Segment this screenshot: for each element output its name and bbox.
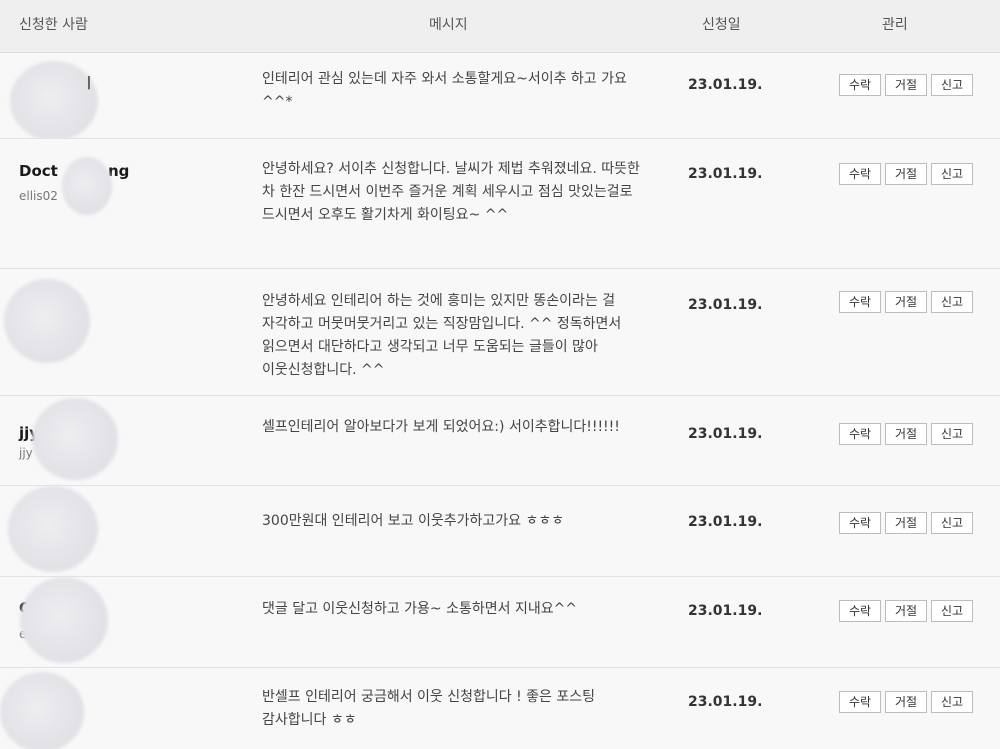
accept-button[interactable]: 수락 <box>839 512 881 534</box>
blurred-avatar <box>20 577 108 663</box>
row-actions: 수락 거절 신고 <box>839 291 973 313</box>
header-applicant: 신청한 사람 <box>19 17 88 33</box>
table-row: ㅣ 인테리어 관심 있는데 자주 와서 소통할게요~서이추 하고 가요^^* 2… <box>0 53 1000 141</box>
blurred-avatar <box>0 672 84 749</box>
request-date: 23.01.19. <box>688 426 763 442</box>
user-name-tail: ng <box>108 162 130 180</box>
report-button[interactable]: 신고 <box>931 423 973 445</box>
row-actions: 수락 거절 신고 <box>839 691 973 713</box>
request-date: 23.01.19. <box>688 514 763 530</box>
blurred-avatar <box>4 279 90 363</box>
request-message: 댓글 달고 이웃신청하고 가용~ 소통하면서 지내요^^ <box>262 601 578 617</box>
reject-button[interactable]: 거절 <box>885 291 927 313</box>
report-button[interactable]: 신고 <box>931 600 973 622</box>
reject-button[interactable]: 거절 <box>885 74 927 96</box>
row-actions: 수락 거절 신고 <box>839 423 973 445</box>
request-date: 23.01.19. <box>688 297 763 313</box>
report-button[interactable]: 신고 <box>931 74 973 96</box>
blurred-avatar <box>8 486 98 572</box>
request-message: 안녕하세요? 서이추 신청합니다. 날씨가 제법 추워졌네요. 따뜻한 차 한잔… <box>262 161 640 223</box>
header-date: 신청일 <box>702 17 741 33</box>
user-name[interactable]: ㅣ <box>82 72 96 93</box>
reject-button[interactable]: 거절 <box>885 163 927 185</box>
reject-button[interactable]: 거절 <box>885 691 927 713</box>
reject-button[interactable]: 거절 <box>885 423 927 445</box>
report-button[interactable]: 신고 <box>931 163 973 185</box>
accept-button[interactable]: 수락 <box>839 600 881 622</box>
report-button[interactable]: 신고 <box>931 291 973 313</box>
row-actions: 수락 거절 신고 <box>839 163 973 185</box>
request-date: 23.01.19. <box>688 603 763 619</box>
request-message: 셀프인테리어 알아보다가 보게 되었어요:) 서이추합니다!!!!!! <box>262 419 620 435</box>
request-date: 23.01.19. <box>688 166 763 182</box>
table-row: 안녕하세요 인테리어 하는 것에 흥미는 있지만 똥손이라는 걸 자각하고 머뭇… <box>0 269 1000 396</box>
accept-button[interactable]: 수락 <box>839 163 881 185</box>
blurred-avatar <box>32 398 118 480</box>
table-row: jjy jjy 셀프인테리어 알아보다가 보게 되었어요:) 서이추합니다!!!… <box>0 396 1000 486</box>
table-row: Doct ng ellis02 안녕하세요? 서이추 신청합니다. 날씨가 제법… <box>0 139 1000 269</box>
reject-button[interactable]: 거절 <box>885 600 927 622</box>
request-message: 안녕하세요 인테리어 하는 것에 흥미는 있지만 똥손이라는 걸 자각하고 머뭇… <box>262 293 622 378</box>
accept-button[interactable]: 수락 <box>839 291 881 313</box>
report-button[interactable]: 신고 <box>931 691 973 713</box>
user-id: ellis02 <box>19 189 58 203</box>
report-button[interactable]: 신고 <box>931 512 973 534</box>
header-manage: 관리 <box>882 17 908 33</box>
table-row: C e 댓글 달고 이웃신청하고 가용~ 소통하면서 지내요^^ 23.01.1… <box>0 577 1000 668</box>
row-actions: 수락 거절 신고 <box>839 512 973 534</box>
request-date: 23.01.19. <box>688 77 763 93</box>
accept-button[interactable]: 수락 <box>839 74 881 96</box>
reject-button[interactable]: 거절 <box>885 512 927 534</box>
table-row: 300만원대 인테리어 보고 이웃추가하고가요 ㅎㅎㅎ 23.01.19. 수락… <box>0 486 1000 577</box>
request-message: 반셀프 인테리어 궁금해서 이웃 신청합니다 ! 좋은 포스팅 감사합니다 ㅎㅎ <box>262 689 596 728</box>
table-row: 반셀프 인테리어 궁금해서 이웃 신청합니다 ! 좋은 포스팅 감사합니다 ㅎㅎ… <box>0 668 1000 749</box>
user-id: jjy <box>19 446 33 460</box>
row-actions: 수락 거절 신고 <box>839 600 973 622</box>
request-date: 23.01.19. <box>688 694 763 710</box>
blurred-avatar <box>62 157 112 215</box>
row-actions: 수락 거절 신고 <box>839 74 973 96</box>
table-header: 신청한 사람 메시지 신청일 관리 <box>0 0 1000 53</box>
request-message: 300만원대 인테리어 보고 이웃추가하고가요 ㅎㅎㅎ <box>262 513 565 529</box>
neighbor-request-table: 신청한 사람 메시지 신청일 관리 ㅣ 인테리어 관심 있는데 자주 와서 소통… <box>0 0 1000 749</box>
accept-button[interactable]: 수락 <box>839 691 881 713</box>
accept-button[interactable]: 수락 <box>839 423 881 445</box>
request-message: 인테리어 관심 있는데 자주 와서 소통할게요~서이추 하고 가요^^* <box>262 71 627 110</box>
header-message: 메시지 <box>429 17 468 33</box>
user-name[interactable]: Doct <box>19 162 58 180</box>
